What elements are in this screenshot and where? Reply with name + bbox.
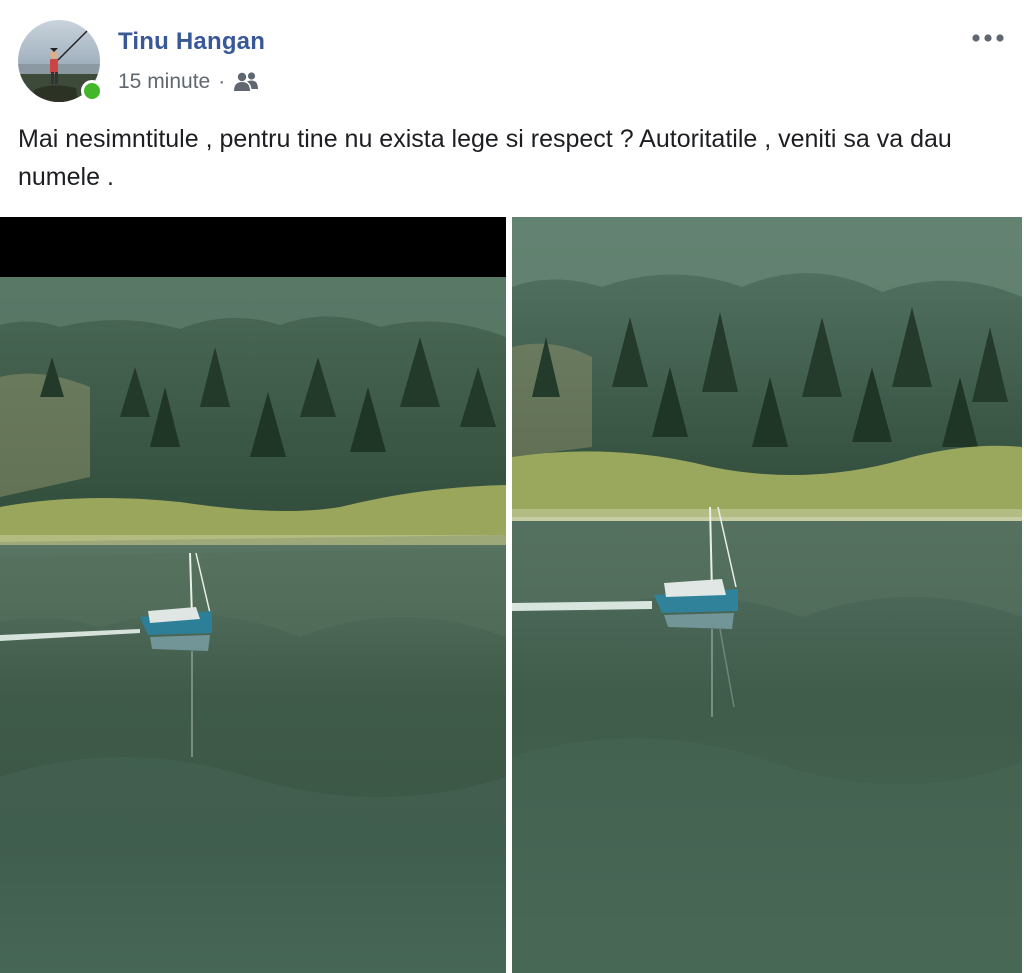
post-header: Tinu Hangan 15 minute · bbox=[18, 20, 1008, 104]
post-meta: 15 minute · bbox=[118, 70, 259, 94]
photo-left[interactable] bbox=[0, 217, 506, 973]
facebook-post: Tinu Hangan 15 minute · Mai nesimntitule… bbox=[0, 0, 1024, 973]
more-options-icon[interactable] bbox=[968, 26, 1008, 50]
avatar[interactable] bbox=[18, 20, 103, 102]
photo-grid bbox=[0, 217, 1024, 973]
post-message: Mai nesimntitule , pentru tine nu exista… bbox=[18, 125, 952, 191]
author-name[interactable]: Tinu Hangan bbox=[118, 28, 265, 56]
photo-right[interactable] bbox=[512, 217, 1022, 973]
friends-icon[interactable] bbox=[233, 71, 259, 93]
meta-separator: · bbox=[218, 70, 226, 93]
post-timestamp[interactable]: 15 minute bbox=[118, 70, 210, 94]
online-status-icon bbox=[81, 80, 103, 102]
